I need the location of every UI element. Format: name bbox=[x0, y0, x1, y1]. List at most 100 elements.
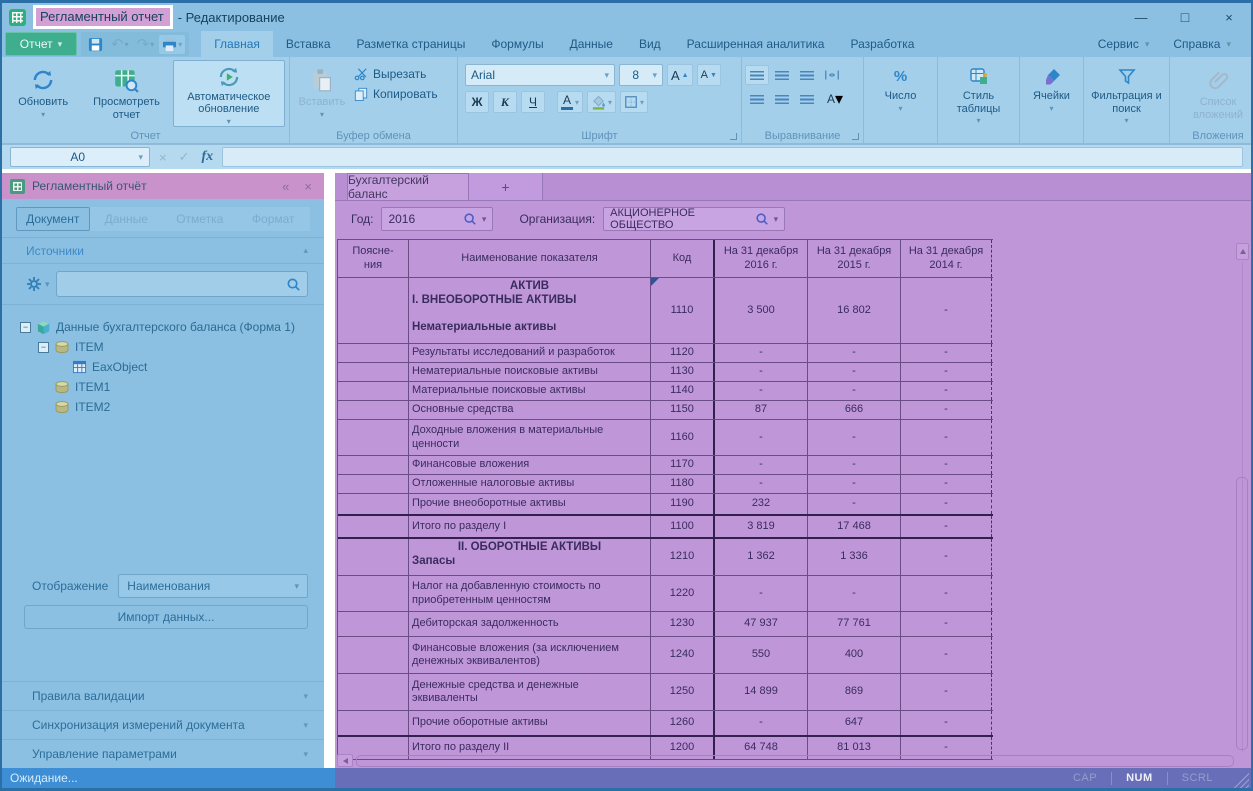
table-cell-value[interactable]: 77 761 bbox=[808, 612, 901, 636]
table-cell-code[interactable]: 1140 bbox=[651, 382, 715, 400]
table-cell-value[interactable]: 666 bbox=[808, 401, 901, 419]
cells-button[interactable]: Ячейки ▾ bbox=[1024, 60, 1080, 127]
table-cell-note[interactable] bbox=[338, 344, 409, 362]
menu-tab-2[interactable]: Разметка страницы bbox=[344, 31, 479, 57]
sources-settings-button[interactable]: ▾ bbox=[26, 276, 50, 292]
table-cell-value[interactable]: 869 bbox=[808, 674, 901, 710]
table-cell-value[interactable]: - bbox=[715, 382, 808, 400]
table-cell-note[interactable] bbox=[338, 576, 409, 611]
table-cell-value[interactable]: - bbox=[901, 401, 992, 419]
formula-input[interactable] bbox=[222, 147, 1243, 167]
table-cell-value[interactable]: - bbox=[901, 382, 992, 400]
table-cell-note[interactable] bbox=[338, 516, 409, 537]
font-family-select[interactable]: Arial ▾ bbox=[465, 64, 615, 86]
right-menu-1[interactable]: Справка▾ bbox=[1161, 37, 1243, 51]
menu-tab-5[interactable]: Вид bbox=[626, 31, 674, 57]
table-cell-code[interactable]: 1150 bbox=[651, 401, 715, 419]
tree-item-1[interactable]: −ITEM bbox=[8, 337, 318, 357]
display-mode-select[interactable]: Наименования ▾ bbox=[118, 574, 308, 598]
table-header-cell[interactable]: На 31 декабря 2014 г. bbox=[901, 240, 992, 277]
menu-tab-3[interactable]: Формулы bbox=[478, 31, 556, 57]
font-color-button[interactable]: А ▾ bbox=[557, 91, 583, 113]
year-select[interactable]: 2016 ▾ bbox=[381, 207, 493, 231]
table-cell-name[interactable]: Прочие внеоборотные активы bbox=[409, 494, 651, 514]
increase-font-button[interactable]: A▲ bbox=[667, 64, 693, 86]
vertical-scrollbar[interactable] bbox=[1236, 243, 1249, 752]
tree-item-4[interactable]: ITEM2 bbox=[8, 397, 318, 417]
organization-select[interactable]: АКЦИОНЕРНОЕ ОБЩЕСТВО ▾ bbox=[603, 207, 785, 231]
table-header-cell[interactable]: Наименование показателя bbox=[409, 240, 651, 277]
table-cell-value[interactable]: - bbox=[901, 420, 992, 455]
panel-tab-3[interactable]: Формат bbox=[237, 207, 311, 231]
close-button[interactable]: × bbox=[1207, 10, 1251, 25]
table-cell-value[interactable]: 550 bbox=[715, 637, 808, 673]
attachments-button[interactable]: Список вложений bbox=[1178, 60, 1251, 127]
paste-button[interactable]: Вставить ▾ bbox=[293, 60, 351, 127]
table-cell-note[interactable] bbox=[338, 612, 409, 636]
menu-tab-0[interactable]: Главная bbox=[201, 31, 273, 57]
confirm-icon[interactable]: ✓ bbox=[176, 149, 193, 165]
table-cell-name[interactable]: АКТИВI. ВНЕОБОРОТНЫЕ АКТИВЫНематериальны… bbox=[409, 278, 651, 343]
table-cell-value[interactable]: - bbox=[808, 344, 901, 362]
table-cell-value[interactable]: - bbox=[901, 494, 992, 514]
save-button[interactable] bbox=[85, 35, 106, 54]
table-cell-note[interactable] bbox=[338, 456, 409, 474]
panel-splitter[interactable] bbox=[324, 173, 335, 768]
function-icon[interactable]: fx bbox=[199, 149, 217, 165]
font-size-select[interactable]: 8 ▾ bbox=[619, 64, 663, 86]
table-cell-value[interactable]: 1 362 bbox=[715, 539, 808, 575]
table-cell-note[interactable] bbox=[338, 278, 409, 343]
panel-close-button[interactable]: × bbox=[300, 179, 316, 194]
table-cell-name[interactable]: Финансовые вложения bbox=[409, 456, 651, 474]
scrollbar-thumb[interactable] bbox=[356, 755, 1234, 767]
table-cell-code[interactable]: 1170 bbox=[651, 456, 715, 474]
table-cell-value[interactable]: 232 bbox=[715, 494, 808, 514]
table-cell-name[interactable]: Налог на добавленную стоимость по приобр… bbox=[409, 576, 651, 611]
table-cell-note[interactable] bbox=[338, 494, 409, 514]
tree-item-2[interactable]: EaxObject bbox=[8, 357, 318, 377]
table-cell-value[interactable]: - bbox=[715, 576, 808, 611]
table-cell-code[interactable]: 1100 bbox=[651, 516, 715, 537]
table-cell-value[interactable]: 16 802 bbox=[808, 278, 901, 343]
table-cell-code[interactable]: 1110 bbox=[651, 278, 715, 343]
table-cell-name[interactable]: Доходные вложения в материальные ценност… bbox=[409, 420, 651, 455]
bold-button[interactable]: Ж bbox=[465, 91, 489, 113]
panel-tab-0[interactable]: Документ bbox=[16, 207, 90, 231]
table-cell-value[interactable]: 87 bbox=[715, 401, 808, 419]
cell-name-box[interactable]: A0 ▾ bbox=[10, 147, 150, 167]
table-cell-name[interactable]: Прочие оборотные активы bbox=[409, 711, 651, 735]
table-cell-value[interactable]: 1 336 bbox=[808, 539, 901, 575]
sources-section-header[interactable]: Источники ▴ bbox=[2, 237, 324, 264]
table-cell-note[interactable] bbox=[338, 637, 409, 673]
table-cell-code[interactable]: 1230 bbox=[651, 612, 715, 636]
table-cell-value[interactable]: - bbox=[901, 456, 992, 474]
table-cell-note[interactable] bbox=[338, 401, 409, 419]
table-cell-code[interactable]: 1130 bbox=[651, 363, 715, 381]
table-cell-note[interactable] bbox=[338, 674, 409, 710]
scroll-up-button[interactable] bbox=[1236, 243, 1249, 260]
table-cell-code[interactable]: 1180 bbox=[651, 475, 715, 493]
right-menu-0[interactable]: Сервис▾ bbox=[1086, 37, 1162, 51]
minimize-button[interactable]: — bbox=[1119, 10, 1163, 25]
panel-section-1[interactable]: Синхронизация измерений документа▾ bbox=[2, 710, 324, 739]
italic-button[interactable]: К bbox=[493, 91, 517, 113]
menu-tab-7[interactable]: Разработка bbox=[837, 31, 927, 57]
table-cell-value[interactable]: - bbox=[808, 420, 901, 455]
table-cell-value[interactable]: - bbox=[808, 456, 901, 474]
redo-button[interactable]: ↷▾ bbox=[134, 33, 158, 55]
table-cell-value[interactable]: - bbox=[808, 363, 901, 381]
table-header-cell[interactable]: На 31 декабря 2015 г. bbox=[808, 240, 901, 277]
panel-tab-2[interactable]: Отметка bbox=[163, 207, 237, 231]
cancel-icon[interactable]: × bbox=[156, 150, 170, 165]
table-cell-value[interactable]: - bbox=[715, 363, 808, 381]
align-left-button[interactable] bbox=[745, 89, 769, 109]
table-cell-code[interactable]: 1120 bbox=[651, 344, 715, 362]
preview-report-button[interactable]: Просмотреть отчет bbox=[82, 60, 170, 127]
table-cell-value[interactable]: - bbox=[901, 576, 992, 611]
table-cell-value[interactable]: 17 468 bbox=[808, 516, 901, 537]
orientation-button[interactable]: А ▾ bbox=[820, 89, 850, 109]
table-cell-value[interactable]: - bbox=[715, 344, 808, 362]
table-cell-name[interactable]: Результаты исследований и разработок bbox=[409, 344, 651, 362]
scroll-left-button[interactable] bbox=[337, 754, 353, 767]
add-sheet-button[interactable]: + bbox=[469, 173, 543, 200]
